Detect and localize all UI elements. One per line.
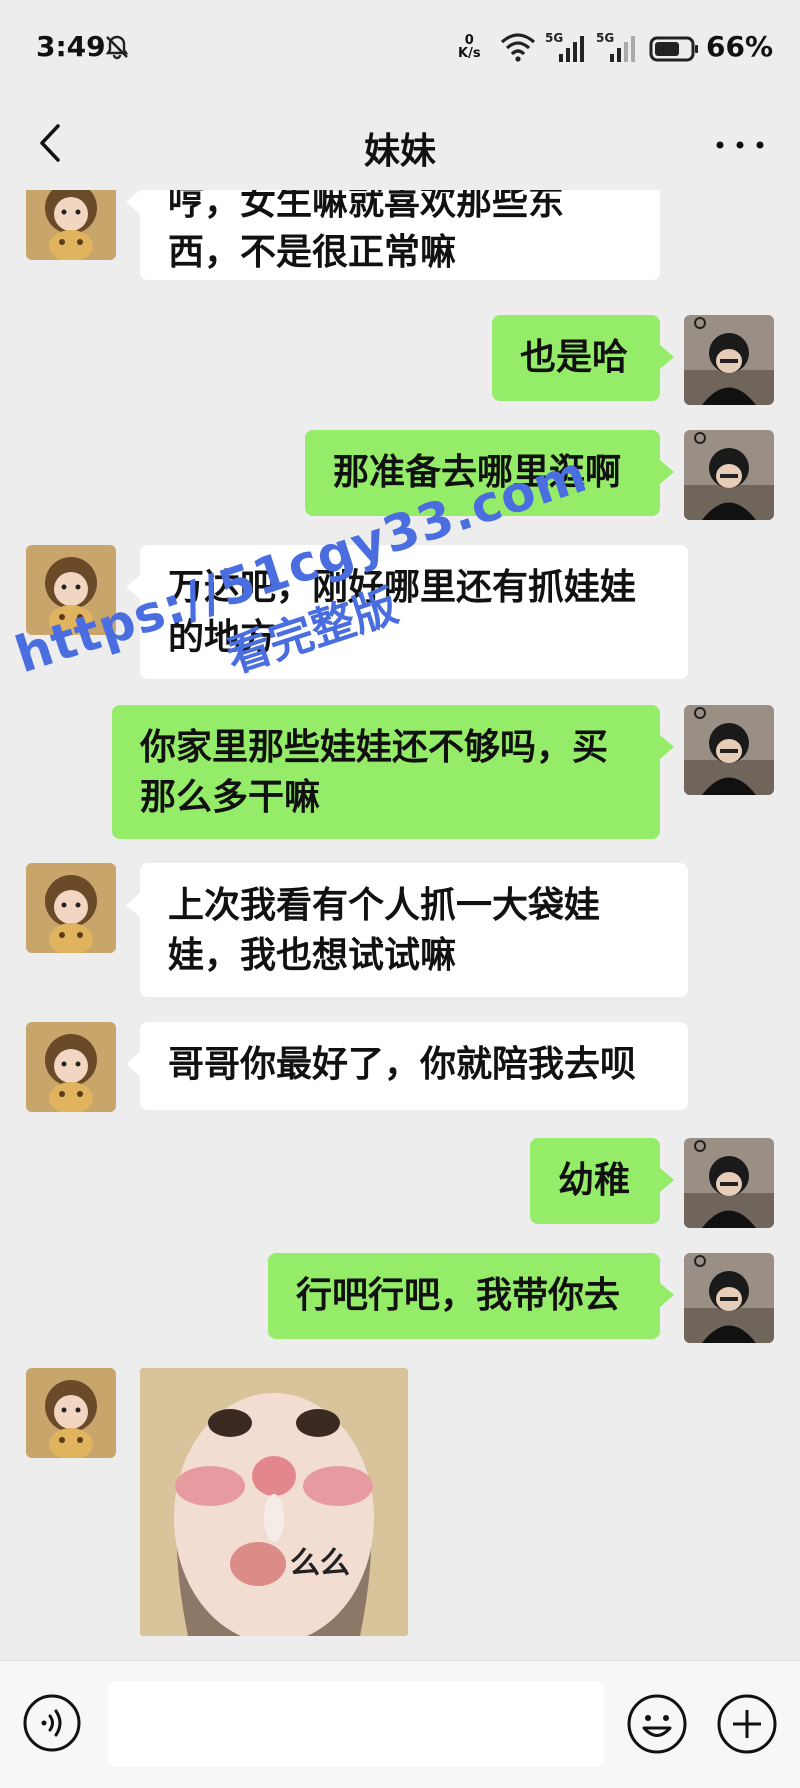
- network-speed: 0 K/s: [458, 34, 481, 60]
- my-avatar[interactable]: [684, 705, 774, 795]
- chat-title: 妹妹: [363, 131, 436, 172]
- message-list[interactable]: 哼，女生嘛就喜欢那些东西，不是很正常嘛 也是哈 那准备去哪里逛啊 万达吧，刚好哪…: [0, 190, 800, 1660]
- plus-icon[interactable]: [716, 1693, 778, 1755]
- message-bubble-received[interactable]: 哥哥你最好了，你就陪我去呗: [126, 1022, 688, 1110]
- input-bar: [0, 1660, 800, 1788]
- signal-5g-icon-2: 5G: [596, 31, 635, 62]
- message-bubble-sent[interactable]: 行吧行吧，我带你去: [268, 1253, 674, 1339]
- message-bubble-sent[interactable]: 也是哈: [492, 315, 674, 401]
- more-dots-icon[interactable]: [710, 130, 770, 160]
- network-speed-unit: K/s: [458, 46, 481, 61]
- contact-avatar[interactable]: [26, 1022, 116, 1112]
- sticker-message[interactable]: 么么: [140, 1368, 408, 1636]
- svg-text:5G: 5G: [596, 31, 614, 45]
- message-bubble-sent[interactable]: 幼稚: [530, 1138, 674, 1224]
- contact-avatar[interactable]: [26, 863, 116, 953]
- battery-percent: 66%: [706, 30, 774, 63]
- contact-avatar[interactable]: [26, 190, 116, 260]
- bell-muted-icon: [105, 35, 129, 60]
- message-bubble-received[interactable]: 上次我看有个人抓一大袋娃娃，我也想试试嘛: [126, 863, 688, 997]
- message-bubble-sent[interactable]: 你家里那些娃娃还不够吗，买那么多干嘛: [112, 705, 674, 839]
- emoji-icon[interactable]: [626, 1693, 688, 1755]
- battery-icon: [649, 36, 698, 62]
- signal-5g-icon: 5G: [545, 31, 584, 62]
- voice-icon[interactable]: [22, 1693, 82, 1753]
- my-avatar[interactable]: [684, 430, 774, 520]
- watermark: https://51cgy33.com 看完整版: [0, 369, 594, 751]
- my-avatar[interactable]: [684, 1138, 774, 1228]
- my-avatar[interactable]: [684, 315, 774, 405]
- wifi-icon: [500, 33, 536, 62]
- sticker-caption: 么么: [290, 1546, 350, 1581]
- status-bar: 3:49 0 K/s 5G 5G 66%: [0, 0, 800, 100]
- sticker-image: [140, 1368, 408, 1636]
- message-bubble-received[interactable]: 哼，女生嘛就喜欢那些东西，不是很正常嘛: [126, 190, 660, 280]
- chat-header: 妹妹: [0, 100, 800, 190]
- message-input[interactable]: [108, 1681, 604, 1767]
- contact-avatar[interactable]: [26, 1368, 116, 1458]
- my-avatar[interactable]: [684, 1253, 774, 1343]
- status-time: 3:49: [36, 30, 106, 63]
- svg-text:5G: 5G: [545, 31, 563, 45]
